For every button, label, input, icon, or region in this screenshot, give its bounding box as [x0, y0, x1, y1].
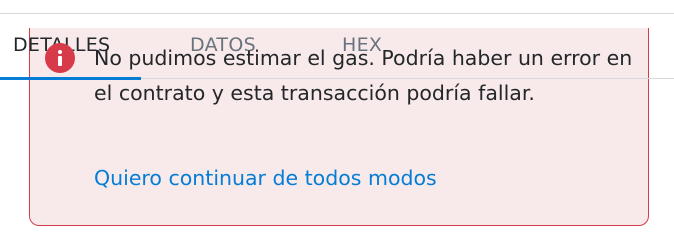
- continue-anyway-link[interactable]: Quiero continuar de todos modos: [94, 166, 437, 190]
- alert-message: No pudimos estimar el gas. Podría haber …: [94, 46, 633, 105]
- info-icon: [45, 43, 75, 73]
- top-divider: [0, 13, 674, 14]
